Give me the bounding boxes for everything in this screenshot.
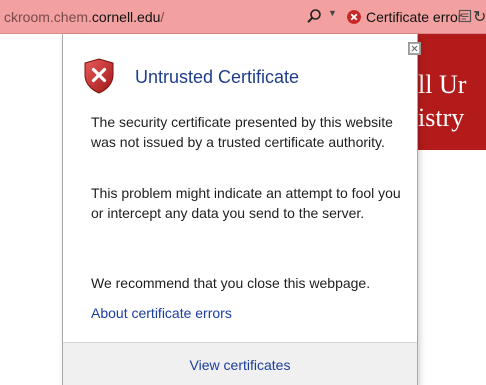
popup-paragraph-1: The security certificate presented by th… <box>91 114 393 150</box>
url-field[interactable]: ckroom.chem.cornell.edu/ <box>4 9 164 25</box>
page-heading-line1: ll Ur <box>418 70 467 99</box>
compat-view-icon[interactable] <box>458 9 472 23</box>
popup-title: Untrusted Certificate <box>135 67 300 87</box>
search-icon[interactable] <box>306 8 322 24</box>
shield-error-icon <box>84 58 114 94</box>
cert-error-icon[interactable] <box>347 10 361 24</box>
page-heading-line2: istry <box>418 103 465 132</box>
url-suffix: / <box>160 9 165 25</box>
cert-error-label[interactable]: Certificate error <box>366 9 462 25</box>
address-bar[interactable]: ckroom.chem.cornell.edu/ ▼ Certificate e… <box>0 0 486 34</box>
view-certificates-link[interactable]: View certificates <box>63 357 417 373</box>
popup-paragraph-2: This problem might indicate an attempt t… <box>91 185 401 221</box>
url-domain: cornell.edu <box>91 9 161 25</box>
close-icon[interactable] <box>408 42 421 55</box>
refresh-icon[interactable]: ↻ <box>473 7 486 27</box>
url-prefix: ckroom.chem. <box>4 9 92 25</box>
popup-paragraph-3: We recommend that you close this webpage… <box>91 275 371 291</box>
chevron-down-icon[interactable]: ▼ <box>328 8 337 18</box>
certificate-error-popup: Untrusted Certificate The security certi… <box>62 34 421 385</box>
about-certificate-errors-link[interactable]: About certificate errors <box>91 305 232 321</box>
popup-footer: View certificates <box>63 342 417 385</box>
